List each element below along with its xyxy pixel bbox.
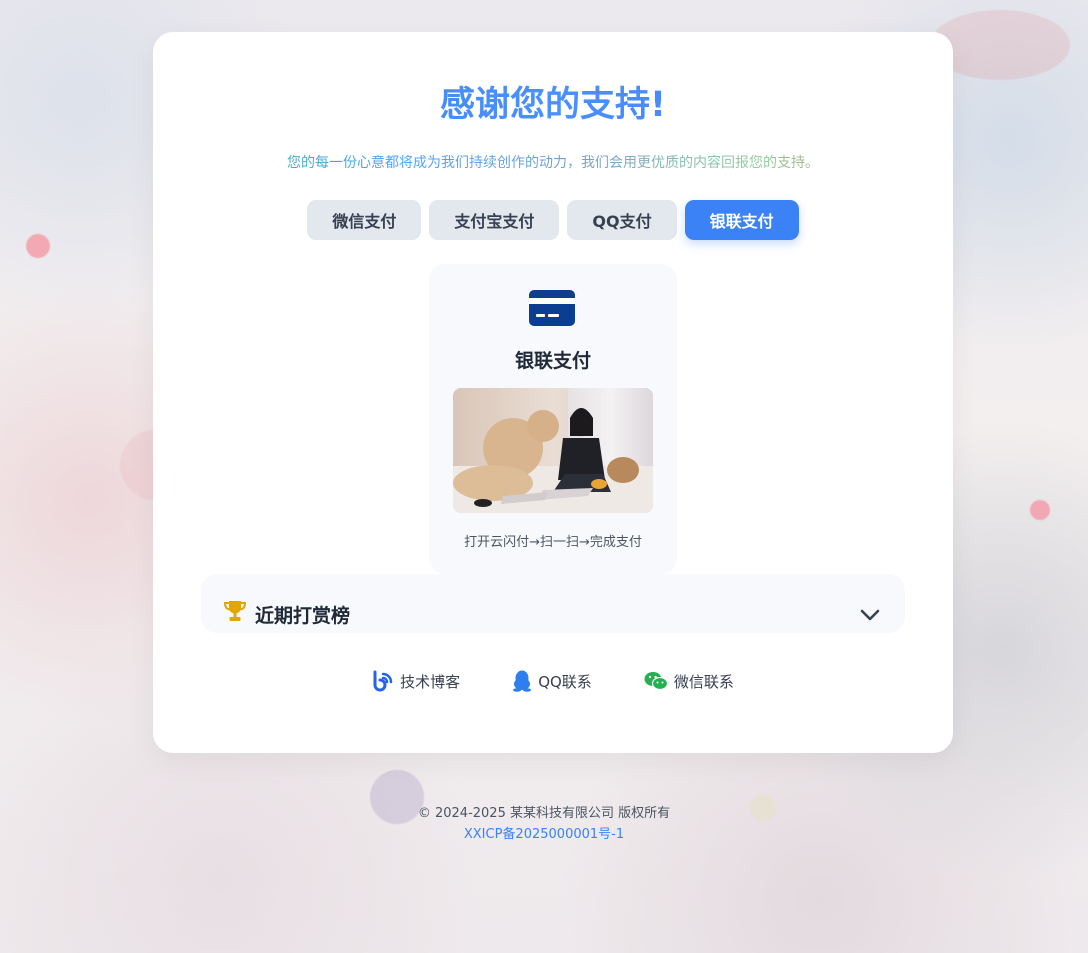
qq-icon	[512, 670, 532, 692]
payment-tabs: 微信支付 支付宝支付 QQ支付 银联支付	[153, 200, 953, 240]
contact-links: 技术博客 QQ联系 微信联系	[153, 670, 953, 692]
blog-link[interactable]: 技术博客	[372, 670, 460, 692]
trophy-icon	[223, 600, 247, 622]
blog-icon	[372, 670, 394, 692]
qq-link-label: QQ联系	[538, 672, 592, 691]
icp-link[interactable]: XXICP备2025000001号-1	[464, 824, 624, 845]
page-title: 感谢您的支持!	[153, 84, 953, 126]
blog-link-label: 技术博客	[400, 672, 461, 691]
chevron-down-icon[interactable]	[859, 607, 881, 621]
wechat-link-label: 微信联系	[673, 672, 734, 691]
tab-wechat-pay[interactable]: 微信支付	[307, 200, 422, 240]
tab-alipay[interactable]: 支付宝支付	[429, 200, 560, 240]
payment-panel: 银联支付 打开云闪付→扫一扫→完成支付	[429, 264, 677, 574]
copyright-text: © 2024-2025 某某科技有限公司 版权所有	[417, 806, 671, 821]
wechat-link[interactable]: 微信联系	[644, 670, 734, 692]
support-card: 感谢您的支持! 您的每一份心意都将成为我们持续创作的动力，我们会用更优质的内容回…	[153, 32, 953, 753]
tab-qq-pay[interactable]: QQ支付	[567, 200, 677, 240]
payment-method-name: 银联支付	[514, 350, 591, 372]
payment-hint: 打开云闪付→扫一扫→完成支付	[464, 535, 642, 550]
wechat-icon	[644, 671, 668, 691]
ranking-title: 近期打赏榜	[255, 605, 351, 627]
tab-unionpay[interactable]: 银联支付	[684, 200, 799, 240]
qq-link[interactable]: QQ联系	[512, 670, 592, 692]
qr-code-image	[453, 388, 653, 513]
donation-ranking-panel[interactable]: 近期打赏榜	[201, 574, 905, 633]
page-subtitle: 您的每一份心意都将成为我们持续创作的动力，我们会用更优质的内容回报您的支持。	[153, 153, 953, 173]
page-footer: © 2024-2025 某某科技有限公司 版权所有 XXICP备20250000…	[0, 803, 1088, 845]
unionpay-card-icon	[529, 290, 575, 326]
